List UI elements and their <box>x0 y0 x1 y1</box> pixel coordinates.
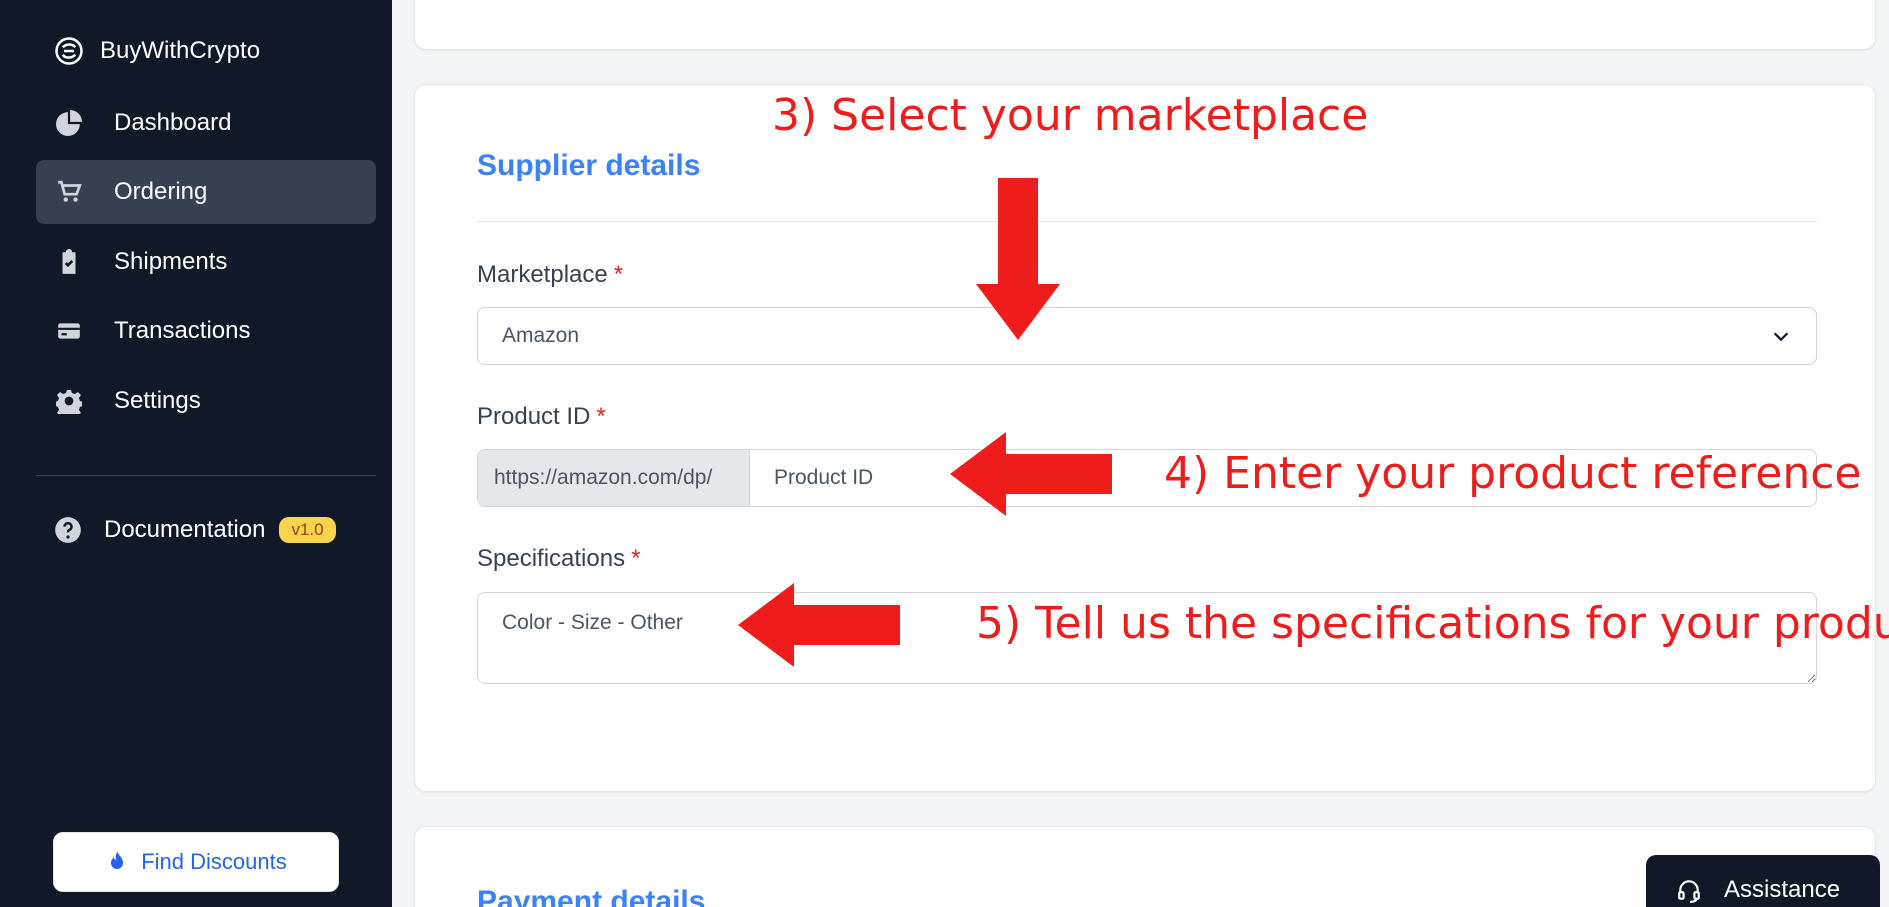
section-divider <box>477 221 1817 222</box>
previous-section-card <box>414 0 1876 50</box>
brand-name: BuyWithCrypto <box>100 37 261 64</box>
assistance-button[interactable]: Assistance <box>1646 855 1880 907</box>
find-discounts-button[interactable]: Find Discounts <box>53 832 339 892</box>
sidebar: BuyWithCrypto Dashboard Ordering Shipmen… <box>0 0 392 907</box>
specifications-label-text: Specifications <box>477 545 626 572</box>
sidebar-item-label: Transactions <box>114 317 251 344</box>
sidebar-item-label: Dashboard <box>114 109 232 136</box>
required-mark: * <box>596 403 606 430</box>
credit-card-icon <box>54 316 84 346</box>
sidebar-item-settings[interactable]: Settings <box>36 369 376 433</box>
section-title-payment: Payment details <box>477 885 706 907</box>
annotation-step-5: 5) Tell us the specifications for your p… <box>976 598 1889 649</box>
question-circle-icon <box>55 517 81 543</box>
sidebar-item-label: Ordering <box>114 178 208 205</box>
find-discounts-label: Find Discounts <box>141 849 287 874</box>
clipboard-check-icon <box>54 247 84 277</box>
arrow-left-annotation <box>950 432 1112 516</box>
arrow-down-annotation <box>976 178 1060 340</box>
sidebar-item-ordering[interactable]: Ordering <box>36 160 376 224</box>
chevron-down-icon <box>1773 332 1789 342</box>
arrow-left-annotation <box>738 583 900 667</box>
section-title-supplier: Supplier details <box>477 149 701 182</box>
annotation-step-3: 3) Select your marketplace <box>772 90 1369 141</box>
product-id-label-text: Product ID <box>477 403 591 430</box>
required-mark: * <box>631 545 641 572</box>
flame-icon <box>111 851 124 869</box>
cart-icon <box>54 177 84 207</box>
sidebar-item-shipments[interactable]: Shipments <box>36 230 376 294</box>
marketplace-selected-value: Amazon <box>502 324 580 347</box>
pie-chart-icon <box>54 108 84 138</box>
marketplace-label: Marketplace * <box>477 261 623 289</box>
documentation-label: Documentation <box>104 516 266 543</box>
gear-icon <box>54 386 84 416</box>
marketplace-label-text: Marketplace <box>477 261 608 288</box>
product-id-label: Product ID * <box>477 403 606 431</box>
sidebar-item-dashboard[interactable]: Dashboard <box>36 91 376 155</box>
headset-icon <box>1678 880 1700 903</box>
version-badge: v1.0 <box>279 517 336 543</box>
brand[interactable]: BuyWithCrypto <box>54 36 260 66</box>
logo-icon <box>55 37 83 65</box>
url-prefix: https://amazon.com/dp/ <box>478 450 750 506</box>
sidebar-item-transactions[interactable]: Transactions <box>36 299 376 363</box>
sidebar-divider <box>36 475 376 476</box>
assistance-label: Assistance <box>1724 876 1841 903</box>
sidebar-item-label: Shipments <box>114 248 228 275</box>
sidebar-item-label: Settings <box>114 387 201 414</box>
sidebar-item-documentation[interactable]: Documentation v1.0 <box>54 516 336 544</box>
marketplace-select[interactable]: Amazon <box>477 307 1817 365</box>
supplier-details-card: Supplier details Marketplace * Amazon Pro… <box>414 84 1876 792</box>
required-mark: * <box>613 261 624 288</box>
specifications-label: Specifications * <box>477 545 640 573</box>
annotation-step-4: 4) Enter your product reference <box>1164 448 1862 499</box>
